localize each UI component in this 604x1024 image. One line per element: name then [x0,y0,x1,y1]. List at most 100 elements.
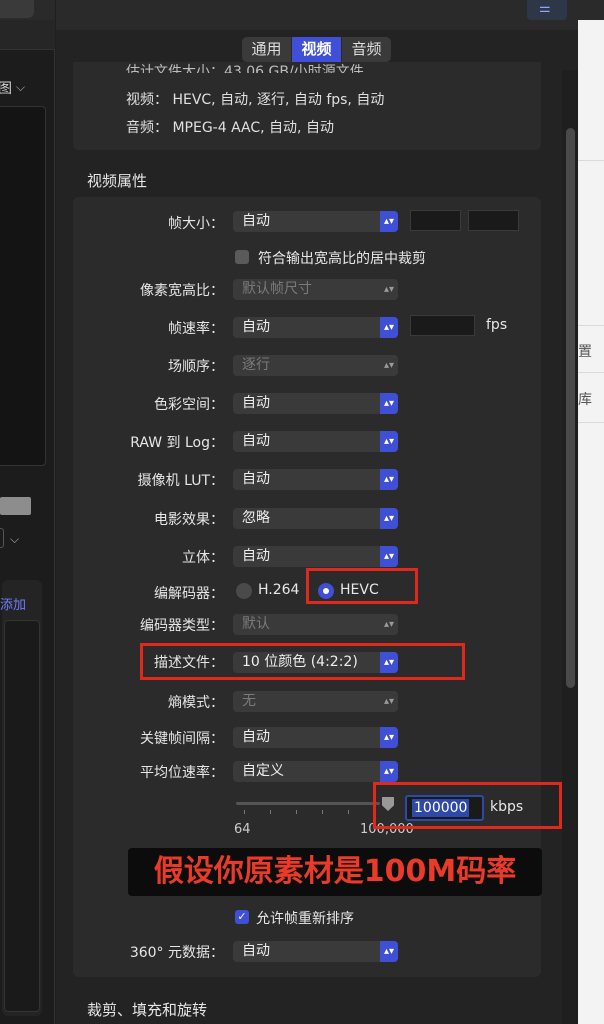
film-effect-value: 忽略 [242,510,270,526]
raw-to-log-value: 自动 [242,433,270,449]
left-inner-list [4,620,40,1012]
pixel-aspect-label: 像素宽高比： [140,283,224,299]
entropy-mode-select[interactable]: 无 ▴▾ [233,691,398,712]
raw-to-log-label: RAW 到 Log： [130,435,224,451]
codec-h264-label: H.264 [258,582,300,598]
avg-bitrate-select[interactable]: 自定义 ▴▾ [233,761,398,782]
frame-rate-value: 自动 [242,319,270,335]
chevron-updown-icon: ▴▾ [380,317,398,338]
left-toolbar-button[interactable] [0,0,34,18]
field-order-value: 逐行 [242,357,270,373]
encoder-type-select[interactable]: 默认 ▴▾ [233,614,398,635]
avg-bitrate-value: 自定义 [242,763,284,779]
annotation-text: 假设你原素材是100M码率 [128,848,542,896]
keyframe-interval-value: 自动 [242,729,270,745]
left-progress-bar [0,497,31,515]
section-title-crop: 裁剪、填充和旋转 [87,1001,208,1019]
reorder-checkbox-label: 允许帧重新排序 [256,911,354,927]
film-effect-select[interactable]: 忽略 ▴▾ [233,508,398,529]
profile-value: 10 位颜色 (4:2:2) [242,654,358,670]
pixel-aspect-select[interactable]: 默认帧尺寸 ▴▾ [233,279,398,300]
entropy-mode-label: 熵模式： [168,695,224,711]
color-space-value: 自动 [242,395,270,411]
frame-size-label: 帧大小： [168,216,224,232]
chevron-updown-icon: ▴▾ [380,727,398,748]
crop-checkbox-label: 符合输出宽高比的居中裁剪 [258,251,426,267]
codec-hevc-label: HEVC [340,582,379,598]
encoder-type-value: 默认 [242,616,270,632]
chevron-updown-icon: ▴▾ [380,508,398,529]
tab-video[interactable]: 视频 [292,37,342,62]
divider [578,160,604,161]
film-effect-label: 电影效果： [154,512,224,528]
chevron-updown-icon: ▴▾ [383,360,395,371]
chevron-updown-icon: ▴▾ [380,393,398,414]
slider-tick [322,810,323,814]
camera-lut-label: 摄像机 LUT： [137,473,224,489]
stereo-value: 自动 [242,548,270,564]
frame-size-value: 自动 [242,213,270,229]
raw-to-log-select[interactable]: 自动 ▴▾ [233,431,398,452]
chevron-down-icon[interactable]: ⌵ [16,80,25,95]
frame-height-field[interactable] [468,210,519,231]
stereo-select[interactable]: 自动 ▴▾ [233,546,398,567]
frame-size-select[interactable]: 自动 ▴▾ [233,211,398,232]
codec-radio-h264[interactable] [236,583,252,599]
slider-tick [296,810,297,814]
fps-unit: fps [486,317,508,333]
slider-tick [348,810,349,814]
tab-bar: 通用 视频 音频 [242,37,391,62]
tab-audio[interactable]: 音频 [342,37,391,62]
summary-video: 视频： HEVC, 自动, 逐行, 自动 fps, 自动 [126,92,385,108]
left-popup-button[interactable] [0,528,4,548]
left-toolbar [0,0,55,20]
left-list [0,106,46,466]
codec-label: 编解码器： [154,586,224,602]
bitrate-input[interactable]: 100000 [405,795,484,821]
slider-min-label: 64 [234,822,251,837]
divider [578,372,604,373]
reorder-checkbox[interactable]: ✓ [235,910,249,924]
stereo-label: 立体： [182,550,224,566]
right-panel-item[interactable]: 库 [578,389,592,409]
entropy-mode-value: 无 [242,693,256,709]
profile-select[interactable]: 10 位颜色 (4:2:2) ▴▾ [233,652,398,673]
avg-bitrate-label: 平均位速率： [140,765,224,781]
field-order-select[interactable]: 逐行 ▴▾ [233,355,398,376]
crop-checkbox[interactable] [235,250,249,264]
bitrate-slider-track[interactable] [236,802,380,805]
color-space-select[interactable]: 自动 ▴▾ [233,393,398,414]
scrollbar-thumb[interactable] [566,128,575,688]
chevron-updown-icon: ▴▾ [380,652,398,673]
frame-rate-select[interactable]: 自动 ▴▾ [233,317,398,338]
kbps-unit: kbps [490,799,524,815]
view-menu-label[interactable]: 图 [0,78,12,98]
profile-label: 描述文件： [154,655,224,671]
camera-lut-value: 自动 [242,471,270,487]
slider-tick [270,810,271,814]
keyframe-interval-select[interactable]: 自动 ▴▾ [233,727,398,748]
section-title-video: 视频属性 [87,172,148,190]
codec-radio-hevc[interactable] [318,583,334,599]
chevron-updown-icon: ▴▾ [380,941,398,962]
chevron-updown-icon: ▴▾ [383,284,395,295]
chevron-down-icon[interactable]: ⌵ [10,532,19,547]
tab-general[interactable]: 通用 [242,37,292,62]
add-link[interactable]: 添加 [0,594,26,613]
metadata-360-select[interactable]: 自动 ▴▾ [233,941,398,962]
bitrate-input-value: 100000 [412,799,470,817]
chevron-updown-icon: ▴▾ [380,211,398,232]
metadata-360-label: 360° 元数据： [129,945,224,961]
sliders-icon: ⚌ [539,1,551,16]
frame-rate-field[interactable] [410,315,475,336]
inspector-toggle-button[interactable]: ⚌ [527,0,567,20]
top-bar [56,0,578,30]
chevron-updown-icon: ▴▾ [380,546,398,567]
frame-rate-label: 帧速率： [168,321,224,337]
frame-width-field[interactable] [410,210,461,231]
camera-lut-select[interactable]: 自动 ▴▾ [233,469,398,490]
metadata-360-value: 自动 [242,943,270,959]
pixel-aspect-value: 默认帧尺寸 [242,281,312,297]
right-panel-item[interactable]: 置 [578,341,592,361]
left-header [0,20,55,50]
